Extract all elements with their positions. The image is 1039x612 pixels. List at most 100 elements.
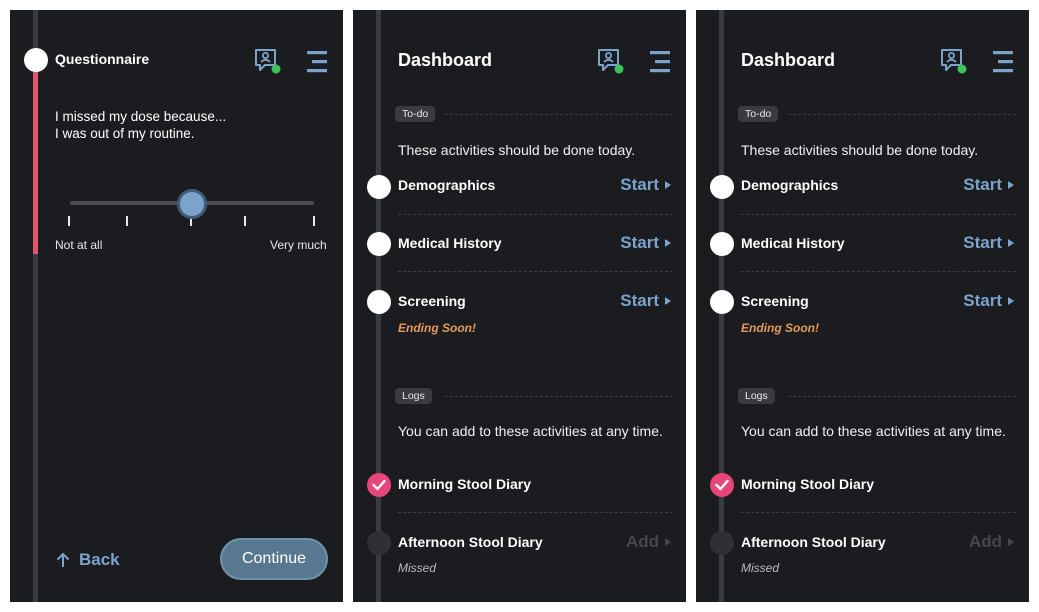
question-text: I missed my dose because... I was out of… xyxy=(55,108,226,142)
timeline-node xyxy=(710,531,734,555)
start-label: Start xyxy=(620,233,659,252)
activity-name: Afternoon Stool Diary xyxy=(741,534,886,550)
rating-slider-thumb[interactable] xyxy=(177,189,207,219)
section-divider xyxy=(788,396,1016,397)
start-label: Start xyxy=(963,291,1002,310)
play-arrow-icon xyxy=(1008,239,1014,247)
slider-tick xyxy=(313,216,315,226)
back-button[interactable]: Back xyxy=(55,548,120,572)
start-label: Start xyxy=(620,175,659,194)
timeline-node xyxy=(710,290,734,314)
page-title: Questionnaire xyxy=(55,51,150,67)
question-answer-line: I was out of my routine. xyxy=(55,126,195,141)
start-button[interactable]: Start xyxy=(963,175,1014,195)
dashboard-screen: Dashboard To-do These activities should … xyxy=(696,10,1029,602)
activity-row-morning-stool-diary[interactable]: Morning Stool Diary xyxy=(398,473,673,497)
completed-check-icon xyxy=(367,473,391,497)
activity-row-medical-history[interactable]: Medical History Start xyxy=(398,232,673,256)
support-chat-icon[interactable] xyxy=(253,47,281,75)
activity-row-medical-history[interactable]: Medical History Start xyxy=(741,232,1016,256)
section-divider xyxy=(445,396,673,397)
timeline-node xyxy=(710,232,734,256)
activity-row-afternoon-stool-diary[interactable]: Afternoon Stool Diary Add xyxy=(398,531,673,555)
timeline-node xyxy=(710,175,734,199)
row-divider xyxy=(398,512,673,513)
menu-icon[interactable] xyxy=(648,49,674,75)
row-divider xyxy=(398,214,673,215)
add-button[interactable]: Add xyxy=(969,532,1014,552)
play-arrow-icon xyxy=(665,538,671,546)
section-divider xyxy=(788,114,1016,115)
add-label: Add xyxy=(968,532,1002,551)
start-label: Start xyxy=(620,291,659,310)
logs-section-badge: Logs xyxy=(395,388,432,404)
activity-row-afternoon-stool-diary[interactable]: Afternoon Stool Diary Add xyxy=(741,531,1016,555)
todo-section-badge: To-do xyxy=(395,106,436,122)
start-button[interactable]: Start xyxy=(963,291,1014,311)
activity-name: Screening xyxy=(741,293,809,309)
support-chat-icon[interactable] xyxy=(939,47,967,75)
play-arrow-icon xyxy=(665,181,671,189)
questionnaire-screen: Questionnaire I missed my dose because..… xyxy=(10,10,343,602)
row-divider xyxy=(398,271,673,272)
play-arrow-icon xyxy=(665,297,671,305)
activity-row-demographics[interactable]: Demographics Start xyxy=(398,174,673,198)
menu-icon[interactable] xyxy=(305,49,331,75)
missed-note: Missed xyxy=(741,561,780,575)
completed-check-icon xyxy=(710,473,734,497)
arrow-up-icon xyxy=(56,552,70,567)
activity-row-morning-stool-diary[interactable]: Morning Stool Diary xyxy=(741,473,1016,497)
support-chat-icon[interactable] xyxy=(596,47,624,75)
continue-button[interactable]: Continue xyxy=(220,538,328,580)
activity-row-screening[interactable]: Screening Start xyxy=(398,290,673,314)
todo-description: These activities should be done today. xyxy=(741,142,979,158)
menu-icon[interactable] xyxy=(991,49,1017,75)
slider-tick xyxy=(126,216,128,226)
page-title: Dashboard xyxy=(741,50,836,70)
play-arrow-icon xyxy=(1008,538,1014,546)
slider-tick xyxy=(244,216,246,226)
section-divider xyxy=(445,114,673,115)
slider-min-label: Not at all xyxy=(55,238,103,252)
start-label: Start xyxy=(963,233,1002,252)
activity-name: Morning Stool Diary xyxy=(741,476,874,492)
todo-description: These activities should be done today. xyxy=(398,142,636,158)
todo-section-badge: To-do xyxy=(738,106,779,122)
ending-soon-note: Ending Soon! xyxy=(741,321,819,335)
activity-name: Afternoon Stool Diary xyxy=(398,534,543,550)
ending-soon-note: Ending Soon! xyxy=(398,321,476,335)
start-label: Start xyxy=(963,175,1002,194)
logs-description: You can add to these activities at any t… xyxy=(398,423,663,439)
activity-row-demographics[interactable]: Demographics Start xyxy=(741,174,1016,198)
timeline-progress xyxy=(33,60,38,254)
slider-max-label: Very much xyxy=(270,238,327,252)
activity-name: Medical History xyxy=(741,235,845,251)
slider-tick xyxy=(68,216,70,226)
start-button[interactable]: Start xyxy=(620,175,671,195)
logs-section-badge: Logs xyxy=(738,388,775,404)
start-button[interactable]: Start xyxy=(620,233,671,253)
back-button-label: Back xyxy=(79,550,120,569)
dashboard-screen: Dashboard To-do These activities should … xyxy=(353,10,686,602)
timeline-node xyxy=(367,531,391,555)
timeline-node xyxy=(24,48,48,72)
activity-row-screening[interactable]: Screening Start xyxy=(741,290,1016,314)
timeline-node xyxy=(367,232,391,256)
add-button[interactable]: Add xyxy=(626,532,671,552)
page-title: Dashboard xyxy=(398,50,493,70)
logs-description: You can add to these activities at any t… xyxy=(741,423,1006,439)
activity-name: Demographics xyxy=(398,177,496,193)
start-button[interactable]: Start xyxy=(620,291,671,311)
activity-name: Medical History xyxy=(398,235,502,251)
play-arrow-icon xyxy=(1008,297,1014,305)
row-divider xyxy=(741,271,1016,272)
activity-name: Demographics xyxy=(741,177,839,193)
play-arrow-icon xyxy=(1008,181,1014,189)
timeline-node xyxy=(367,290,391,314)
question-line: I missed my dose because... xyxy=(55,109,227,124)
activity-name: Morning Stool Diary xyxy=(398,476,531,492)
row-divider xyxy=(741,214,1016,215)
start-button[interactable]: Start xyxy=(963,233,1014,253)
timeline-node xyxy=(367,175,391,199)
activity-name: Screening xyxy=(398,293,466,309)
